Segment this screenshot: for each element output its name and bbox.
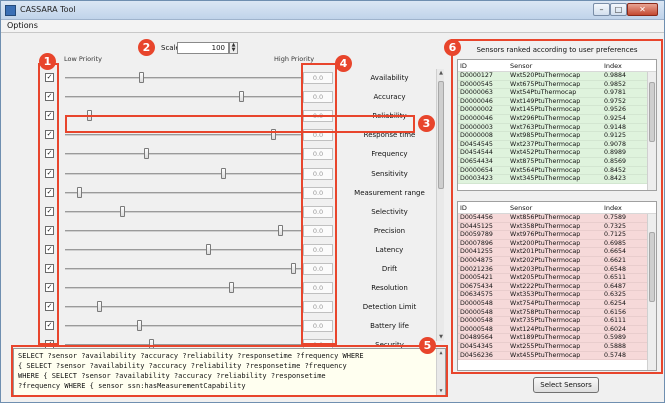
priority-slider-track[interactable] [65,153,333,156]
priority-slider-thumb[interactable] [229,282,234,294]
priority-slider-track[interactable] [65,77,333,79]
criterion-label: Selectivity [371,207,408,216]
priority-slider-track[interactable] [65,248,333,251]
criterion-row: ✓ 0.0 Drift [45,260,445,279]
scroll-down-icon[interactable]: ▼ [437,333,445,341]
criterion-row: ✓ 0.0 Detection Limit [45,298,445,317]
criterion-label: Battery life [370,322,409,331]
minimize-button[interactable]: – [593,3,610,16]
callout-badge: 3 [418,115,435,132]
scale-input[interactable]: 100 [177,42,229,54]
priority-slider-track[interactable] [65,325,333,328]
value-column-highlight [301,63,337,345]
callout-badge: 5 [419,337,436,354]
criterion-row: ✓ 0.0 Frequency [45,145,445,164]
callout-badge: 2 [138,39,155,56]
priority-slider-track[interactable] [65,172,333,175]
window-title: CASSARA Tool [20,5,76,14]
criterion-row: ✓ 0.0 Battery life [45,317,445,336]
priority-slider-track[interactable] [65,306,333,309]
criterion-row: ✓ 0.0 Sensitivity [45,165,445,184]
criterion-label: Frequency [371,150,408,159]
criteria-scrollbar[interactable]: ▲ ▼ [436,69,444,341]
title-bar: CASSARA Tool – □ ✕ [1,1,664,20]
criterion-row: ✓ 0.0 Resolution [45,279,445,298]
close-button[interactable]: ✕ [627,3,658,16]
priority-slider-thumb[interactable] [77,186,82,198]
spin-down-icon[interactable]: ▼ [230,48,237,53]
criterion-label: Precision [373,226,406,235]
criterion-row: ✓ 0.0 Latency [45,241,445,260]
criterion-label: Sensitivity [371,169,408,178]
criterion-row: ✓ 0.0 Availability [45,69,445,88]
criterion-row: ✓ 0.0 Accuracy [45,88,445,107]
response-time-highlight [65,115,415,133]
criterion-row: ✓ 0.0 Selectivity [45,203,445,222]
menu-options[interactable]: Options [7,21,38,30]
app-icon [5,5,16,16]
criterion-label: Drift [381,265,398,273]
criterion-label: Latency [375,245,404,254]
menu-bar: Options [1,20,664,33]
priority-slider-thumb[interactable] [221,167,226,179]
high-priority-label: High Priority [274,55,315,63]
checkbox-column-highlight [38,63,59,345]
criterion-label: Measurement range [354,188,425,197]
maximize-button[interactable]: □ [610,3,627,16]
priority-slider-thumb[interactable] [97,301,102,313]
priority-slider-track[interactable] [65,134,333,137]
ranked-panel-highlight [451,39,663,374]
priority-slider-track[interactable] [65,191,333,194]
priority-slider-track[interactable] [65,287,333,290]
priority-slider-thumb[interactable] [239,91,244,103]
priority-slider-track[interactable] [65,210,333,213]
query-box-highlight [11,345,448,397]
scroll-up-icon[interactable]: ▲ [437,69,445,77]
criterion-row: ✓ 0.0 Precision [45,222,445,241]
criterion-label: Accuracy [373,93,406,102]
scale-spinner[interactable]: ▲ ▼ [229,42,238,54]
callout-badge: 4 [335,55,352,72]
priority-slider-track[interactable] [65,96,333,99]
priority-slider-thumb[interactable] [120,205,125,217]
priority-slider-thumb[interactable] [144,148,149,160]
criterion-label: Availability [370,74,409,82]
criterion-row: ✓ 0.0 Measurement range [45,184,445,203]
priority-slider-thumb[interactable] [291,263,296,274]
priority-slider-thumb[interactable] [137,320,142,332]
low-priority-label: Low Priority [64,55,103,63]
priority-slider-thumb[interactable] [139,72,144,83]
select-sensors-button[interactable]: Select Sensors [533,377,599,393]
criterion-label: Detection Limit [362,303,417,312]
priority-slider-track[interactable] [65,229,333,232]
criterion-label: Resolution [371,284,408,293]
callout-badge: 6 [444,39,461,56]
priority-slider-thumb[interactable] [278,224,283,236]
callout-badge: 1 [39,53,56,70]
scrollbar-thumb[interactable] [438,81,444,189]
priority-slider-thumb[interactable] [206,243,211,255]
app-window: CASSARA Tool – □ ✕ Options Low Priority … [0,0,665,403]
